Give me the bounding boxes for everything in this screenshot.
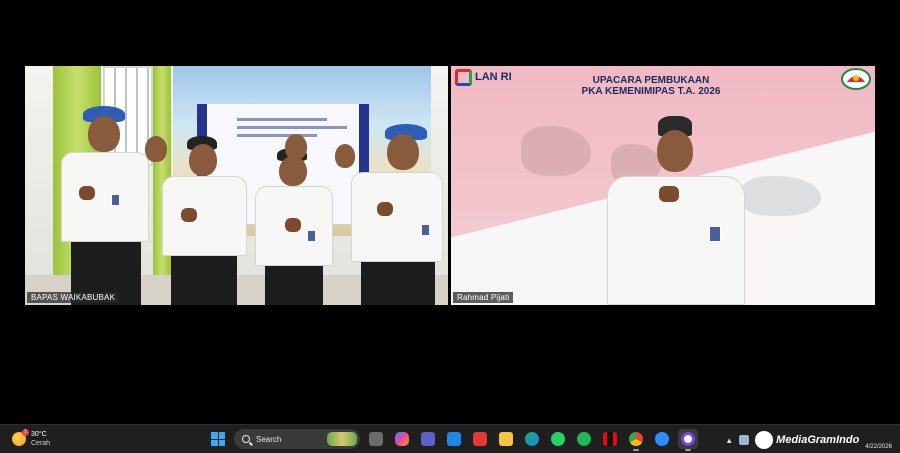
netflix-button[interactable] xyxy=(600,429,620,449)
app-red-icon xyxy=(473,432,487,446)
whatsapp-button[interactable] xyxy=(548,429,568,449)
video-call-stage: BAPAS WAIKABUBAK LAN RI UPACARA PEMBUKAA… xyxy=(0,0,900,424)
task-view-button[interactable] xyxy=(366,429,386,449)
system-tray: ▲ MediaGramIndo 4/22/2026 xyxy=(725,429,892,451)
taskbar: 1 30°C Cerah Search ▲ MediaGramIndo 4/22… xyxy=(0,424,900,453)
app-red-button[interactable] xyxy=(470,429,490,449)
mail-icon xyxy=(447,432,461,446)
clock[interactable]: 4/22/2026 xyxy=(865,443,892,451)
chevron-up-icon[interactable]: ▲ xyxy=(725,436,733,445)
video-tile-bapas[interactable]: BAPAS WAIKABUBAK xyxy=(25,66,448,305)
edge-icon xyxy=(525,432,539,446)
copilot-button[interactable] xyxy=(392,429,412,449)
ceremony-title: UPACARA PEMBUKAAN PKA KEMENIMIPAS T.A. 2… xyxy=(581,75,721,97)
teams-button[interactable] xyxy=(418,429,438,449)
zoom-button[interactable] xyxy=(652,429,672,449)
chrome-icon xyxy=(629,432,643,446)
task-view-icon xyxy=(369,432,383,446)
netflix-icon xyxy=(603,432,617,446)
media-player-button[interactable] xyxy=(678,429,698,451)
weather-condition: Cerah xyxy=(31,440,51,447)
notification-badge: 1 xyxy=(22,429,29,436)
watermark: MediaGramIndo xyxy=(755,431,859,449)
cloud-icon[interactable] xyxy=(739,435,750,445)
weather-widget[interactable]: 1 30°C Cerah xyxy=(12,429,51,448)
windows-icon xyxy=(211,432,225,446)
chrome-button[interactable] xyxy=(626,429,646,451)
sun-icon: 1 xyxy=(12,429,29,446)
participant-name-label: Rahmad Pijati xyxy=(453,292,514,303)
date-label: 4/22/2026 xyxy=(865,444,892,450)
zoom-icon xyxy=(655,432,669,446)
search-icon xyxy=(242,435,250,443)
watermark-logo xyxy=(755,431,774,449)
speaker-officer xyxy=(601,116,751,305)
officer-background xyxy=(135,130,395,190)
edge-button[interactable] xyxy=(522,429,542,449)
whatsapp-icon xyxy=(551,432,565,446)
start-button[interactable] xyxy=(208,429,228,449)
lan-ri-logo: LAN RI xyxy=(455,69,512,86)
folder-icon xyxy=(499,432,513,446)
copilot-icon xyxy=(395,432,409,446)
spotify-icon xyxy=(577,432,591,446)
watermark-text: MediaGramIndo xyxy=(776,434,860,446)
teams-icon xyxy=(421,432,435,446)
search-highlight-icon xyxy=(327,432,357,446)
taskbar-apps: Search xyxy=(208,429,698,451)
participant-name-label: BAPAS WAIKABUBAK xyxy=(27,292,120,303)
search-box[interactable]: Search xyxy=(234,429,360,449)
search-label: Search xyxy=(256,434,282,444)
temperature-label: 30°C xyxy=(31,431,47,438)
media-player-icon xyxy=(681,432,695,446)
emblem-icon xyxy=(841,68,871,90)
lan-logo-icon xyxy=(455,69,472,86)
file-explorer-button[interactable] xyxy=(496,429,516,449)
spotify-button[interactable] xyxy=(574,429,594,449)
video-tile-rahmad[interactable]: LAN RI UPACARA PEMBUKAAN PKA KEMENIMIPAS… xyxy=(451,66,875,305)
mail-button[interactable] xyxy=(444,429,464,449)
